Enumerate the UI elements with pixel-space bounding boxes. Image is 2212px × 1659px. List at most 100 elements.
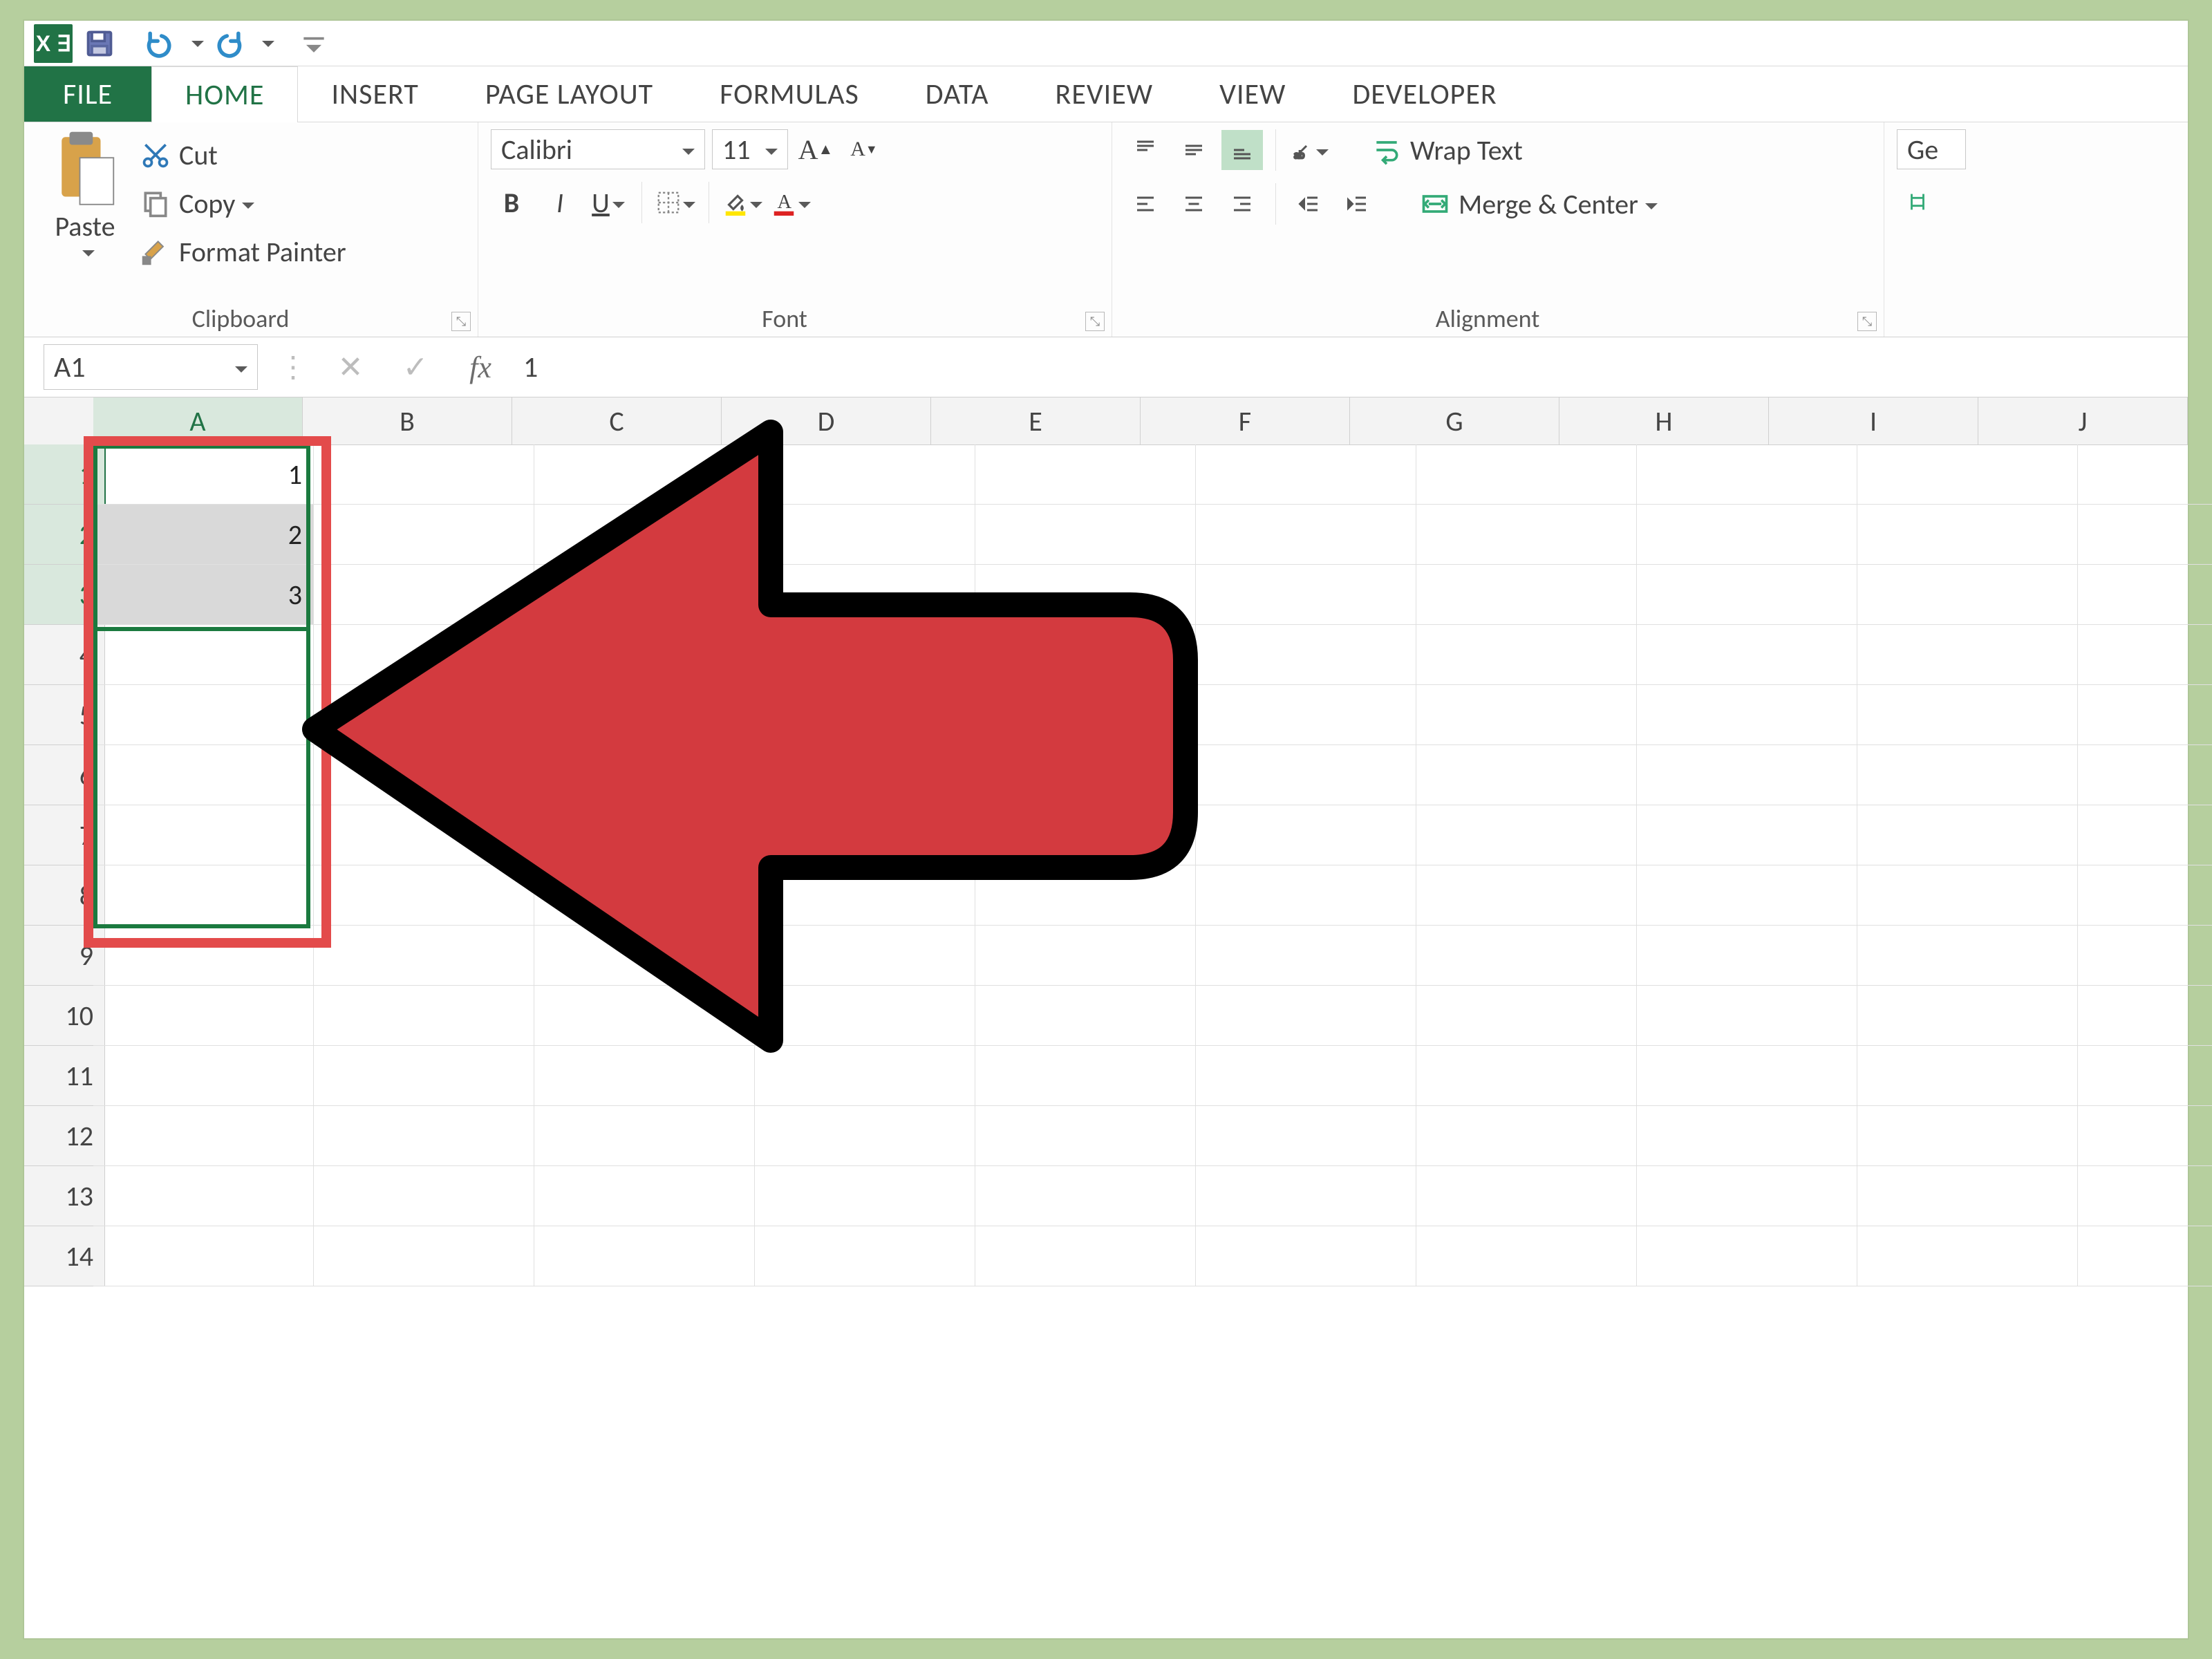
cell-F6[interactable] xyxy=(1196,745,1416,805)
cell-F9[interactable] xyxy=(1196,926,1416,986)
borders-button[interactable] xyxy=(655,182,696,223)
save-button[interactable] xyxy=(82,26,117,61)
bold-button[interactable]: B xyxy=(491,182,532,223)
cell-F1[interactable] xyxy=(1196,444,1416,505)
accounting-format-button[interactable] xyxy=(1897,182,1938,222)
cell-G5[interactable] xyxy=(1416,685,1637,745)
decrease-font-button[interactable]: A▼ xyxy=(843,129,885,169)
undo-dropdown[interactable] xyxy=(186,26,203,61)
cell-H1[interactable] xyxy=(1637,444,1857,505)
cell-H6[interactable] xyxy=(1637,745,1857,805)
cell-I12[interactable] xyxy=(1857,1106,2078,1166)
cell-C2[interactable] xyxy=(534,505,755,565)
wrap-text-button[interactable]: Wrap Text xyxy=(1371,131,1523,169)
cell-E1[interactable] xyxy=(975,444,1196,505)
cell-H14[interactable] xyxy=(1637,1226,1857,1286)
tab-developer[interactable]: DEVELOPER xyxy=(1319,66,1530,122)
column-header-E[interactable]: E xyxy=(931,397,1141,445)
cell-E10[interactable] xyxy=(975,986,1196,1046)
cell-B11[interactable] xyxy=(314,1046,534,1106)
cell-B13[interactable] xyxy=(314,1166,534,1226)
cell-H10[interactable] xyxy=(1637,986,1857,1046)
cell-I10[interactable] xyxy=(1857,986,2078,1046)
copy-dropdown[interactable] xyxy=(242,187,254,221)
cell-C12[interactable] xyxy=(534,1106,755,1166)
cell-J14[interactable] xyxy=(2078,1226,2212,1286)
column-header-F[interactable]: F xyxy=(1141,397,1350,445)
paste-label[interactable]: Paste xyxy=(55,209,115,243)
cell-D13[interactable] xyxy=(755,1166,975,1226)
cell-B2[interactable] xyxy=(314,505,534,565)
cell-H2[interactable] xyxy=(1637,505,1857,565)
cell-G1[interactable] xyxy=(1416,444,1637,505)
redo-dropdown[interactable] xyxy=(256,26,273,61)
formula-input[interactable]: 1 xyxy=(503,345,2188,389)
cell-I1[interactable] xyxy=(1857,444,2078,505)
cell-A3[interactable]: 3 xyxy=(93,565,314,625)
merge-dropdown[interactable] xyxy=(1645,187,1658,221)
cell-I13[interactable] xyxy=(1857,1166,2078,1226)
increase-indent-button[interactable] xyxy=(1337,184,1378,224)
cell-A7[interactable] xyxy=(93,805,314,865)
cell-A13[interactable] xyxy=(93,1166,314,1226)
align-right-button[interactable] xyxy=(1221,184,1263,224)
cell-F13[interactable] xyxy=(1196,1166,1416,1226)
cell-A5[interactable] xyxy=(93,685,314,745)
column-header-I[interactable]: I xyxy=(1769,397,1978,445)
orientation-button[interactable]: ab xyxy=(1288,130,1330,170)
cell-B4[interactable] xyxy=(314,625,534,685)
cell-I9[interactable] xyxy=(1857,926,2078,986)
align-center-button[interactable] xyxy=(1173,184,1215,224)
cell-D1[interactable] xyxy=(755,444,975,505)
cell-A4[interactable] xyxy=(93,625,314,685)
cell-G10[interactable] xyxy=(1416,986,1637,1046)
cell-G12[interactable] xyxy=(1416,1106,1637,1166)
cell-E4[interactable] xyxy=(975,625,1196,685)
cell-D2[interactable] xyxy=(755,505,975,565)
cell-A11[interactable] xyxy=(93,1046,314,1106)
cell-J3[interactable] xyxy=(2078,565,2212,625)
font-launcher[interactable]: ⤡ xyxy=(1085,312,1105,331)
cell-D12[interactable] xyxy=(755,1106,975,1166)
cell-B3[interactable] xyxy=(314,565,534,625)
format-painter-button[interactable]: Format Painter xyxy=(140,230,346,273)
cell-C7[interactable] xyxy=(534,805,755,865)
cell-D7[interactable] xyxy=(755,805,975,865)
align-top-button[interactable] xyxy=(1125,130,1166,170)
cell-H3[interactable] xyxy=(1637,565,1857,625)
column-header-C[interactable]: C xyxy=(512,397,722,445)
cell-A9[interactable] xyxy=(93,926,314,986)
cell-F3[interactable] xyxy=(1196,565,1416,625)
cell-I14[interactable] xyxy=(1857,1226,2078,1286)
cell-D4[interactable] xyxy=(755,625,975,685)
insert-function-button[interactable]: fx xyxy=(458,345,503,389)
cell-J5[interactable] xyxy=(2078,685,2212,745)
cell-J6[interactable] xyxy=(2078,745,2212,805)
cell-B10[interactable] xyxy=(314,986,534,1046)
cell-H4[interactable] xyxy=(1637,625,1857,685)
cell-C9[interactable] xyxy=(534,926,755,986)
cell-F8[interactable] xyxy=(1196,865,1416,926)
cell-B7[interactable] xyxy=(314,805,534,865)
cell-A6[interactable] xyxy=(93,745,314,805)
cell-J7[interactable] xyxy=(2078,805,2212,865)
cell-D6[interactable] xyxy=(755,745,975,805)
cell-C3[interactable] xyxy=(534,565,755,625)
cell-I8[interactable] xyxy=(1857,865,2078,926)
cell-B14[interactable] xyxy=(314,1226,534,1286)
underline-button[interactable]: U xyxy=(588,182,629,223)
decrease-indent-button[interactable] xyxy=(1288,184,1330,224)
column-header-B[interactable]: B xyxy=(303,397,512,445)
customize-qat-dropdown[interactable] xyxy=(297,26,331,61)
cell-B6[interactable] xyxy=(314,745,534,805)
number-format-combo[interactable]: Ge xyxy=(1897,129,1966,169)
cell-E13[interactable] xyxy=(975,1166,1196,1226)
increase-font-button[interactable]: A▲ xyxy=(795,129,836,169)
cell-I3[interactable] xyxy=(1857,565,2078,625)
name-box[interactable]: A1 xyxy=(44,344,258,390)
merge-center-button[interactable]: Merge & Center xyxy=(1420,185,1658,223)
cell-H7[interactable] xyxy=(1637,805,1857,865)
select-all-button[interactable] xyxy=(24,397,94,445)
cell-H9[interactable] xyxy=(1637,926,1857,986)
cell-C11[interactable] xyxy=(534,1046,755,1106)
